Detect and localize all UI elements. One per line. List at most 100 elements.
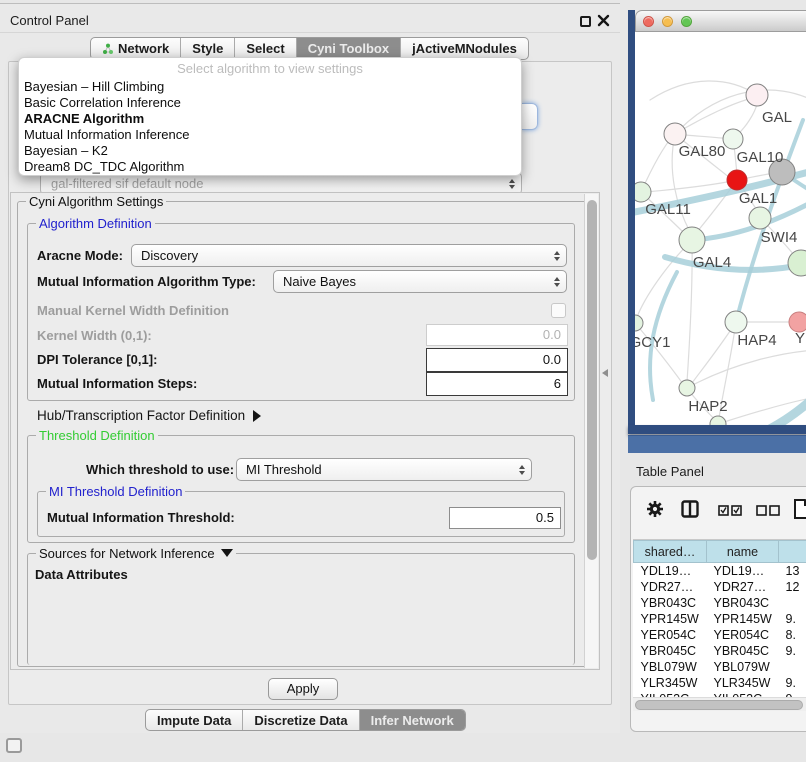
node-left-green[interactable] <box>635 315 643 331</box>
select-all-icon[interactable] <box>718 503 742 521</box>
settings-vertical-scrollbar[interactable] <box>584 194 598 668</box>
node-gal10[interactable] <box>723 129 743 149</box>
scrollbar-thumb[interactable] <box>587 200 597 560</box>
table-horizontal-scrollbar[interactable] <box>633 697 806 711</box>
table-row[interactable]: YDR27…YDR27…12 <box>634 579 806 595</box>
dpi-tolerance-field[interactable]: 0.0 <box>426 348 568 372</box>
kernel-width-field[interactable]: 0.0 <box>426 324 568 346</box>
inference-algorithm-combo-fragment[interactable] <box>522 103 538 130</box>
table-row[interactable]: YLR345WYLR345W9. <box>634 675 806 691</box>
data-attributes-label: Data Attributes <box>35 567 128 582</box>
tab-label: jActiveMNodules <box>412 41 517 56</box>
network-edge[interactable] <box>635 323 683 384</box>
hub-definition-label: Hub/Transcription Factor Definition <box>37 408 245 423</box>
node-label: GAL11 <box>645 201 691 218</box>
tab-jactivemnodules[interactable]: jActiveMNodules <box>401 38 528 59</box>
tab-impute-data[interactable]: Impute Data <box>146 710 243 730</box>
zoom-traffic-icon[interactable] <box>681 16 692 27</box>
gear-icon[interactable] <box>645 499 665 524</box>
apply-button[interactable]: Apply <box>268 678 338 700</box>
node-gal80[interactable] <box>664 123 686 145</box>
tab-label: Select <box>246 41 284 56</box>
table-column-header[interactable]: name <box>707 541 779 563</box>
network-window-titlebar[interactable] <box>635 10 806 32</box>
table-row[interactable]: YBR043CYBR043C <box>634 595 806 611</box>
table-row[interactable]: YPR145WYPR145W9. <box>634 611 806 627</box>
table-column-header[interactable] <box>779 541 806 563</box>
table-cell: YDL19… <box>634 563 707 579</box>
chevron-right-icon <box>253 410 261 422</box>
dropdown-item[interactable]: Dream8 DC_TDC Algorithm <box>19 159 521 175</box>
node-gal11[interactable] <box>635 182 651 202</box>
mi-algorithm-type-combo[interactable]: Naive Bayes <box>273 270 567 293</box>
mi-steps-field[interactable]: 6 <box>426 372 568 396</box>
minimize-traffic-icon[interactable] <box>662 16 673 27</box>
float-panel-icon[interactable] <box>580 16 591 27</box>
table-row[interactable]: YER054CYER054C8. <box>634 627 806 643</box>
tab-select[interactable]: Select <box>235 38 296 59</box>
network-edge[interactable] <box>747 392 806 425</box>
tab-style[interactable]: Style <box>181 38 235 59</box>
table-row[interactable]: YDL19…YDL19…13 <box>634 563 806 579</box>
table-cell: YBR045C <box>634 643 707 659</box>
aracne-mode-label: Aracne Mode: <box>37 248 123 263</box>
export-table-icon[interactable] <box>793 498 806 525</box>
dropdown-item[interactable]: Basic Correlation Inference <box>19 95 521 111</box>
which-threshold-combo[interactable]: MI Threshold <box>236 458 532 481</box>
node-red[interactable] <box>727 170 747 190</box>
close-icon[interactable] <box>597 14 610 27</box>
columns-icon[interactable] <box>681 500 699 523</box>
table-cell: YDL19… <box>707 563 779 579</box>
network-canvas[interactable]: GALGAL80GAL10GAL1GAL11SWI4GAL4GCY1HAP4YH… <box>635 32 806 425</box>
table-cell: 8. <box>779 627 806 643</box>
manual-kernel-width-label: Manual Kernel Width Definition <box>37 303 229 318</box>
network-edge[interactable] <box>650 81 757 100</box>
deselect-all-icon[interactable] <box>756 503 780 521</box>
scrollbar-thumb[interactable] <box>635 700 803 710</box>
node-swi4[interactable] <box>788 250 806 276</box>
panel-splitter-handle[interactable] <box>602 369 608 377</box>
manual-kernel-width-checkbox[interactable] <box>551 303 566 318</box>
table-cell: YPR145W <box>707 611 779 627</box>
table-row[interactable]: YBL079WYBL079W <box>634 659 806 675</box>
aracne-mode-value: Discovery <box>132 248 548 263</box>
network-edge[interactable] <box>665 257 806 270</box>
tab-infer-network[interactable]: Infer Network <box>360 710 465 730</box>
control-panel: Control Panel NetworkStyleSelectCyni Too… <box>0 3 620 733</box>
chevron-down-icon <box>221 549 233 557</box>
table-cell: YBL079W <box>634 659 707 675</box>
dropdown-item[interactable]: Bayesian – K2 <box>19 143 521 159</box>
tab-cyni-toolbox[interactable]: Cyni Toolbox <box>297 38 401 59</box>
stepper-icon <box>503 179 521 189</box>
node-salmon[interactable] <box>789 312 806 332</box>
network-edge[interactable] <box>687 350 806 388</box>
dropdown-item[interactable]: Bayesian – Hill Climbing <box>19 79 521 95</box>
tab-network[interactable]: Network <box>91 38 181 59</box>
node-gal-top[interactable] <box>746 84 768 106</box>
close-traffic-icon[interactable] <box>643 16 654 27</box>
aracne-mode-combo[interactable]: Discovery <box>131 244 567 267</box>
node-hap2[interactable] <box>679 380 695 396</box>
table-cell: YBR043C <box>707 595 779 611</box>
mi-threshold-field[interactable]: 0.5 <box>449 507 561 529</box>
dropdown-item[interactable]: ARACNE Algorithm <box>19 111 521 127</box>
tab-discretize-data[interactable]: Discretize Data <box>243 710 359 730</box>
node-label: SWI4 <box>761 229 798 246</box>
dpi-tolerance-label: DPI Tolerance [0,1]: <box>37 352 157 367</box>
window-selection-border-bottom <box>628 425 806 434</box>
network-edge[interactable] <box>637 240 692 317</box>
node-gal1[interactable] <box>749 207 771 229</box>
tab-label: Style <box>192 41 223 56</box>
hub-definition-toggle[interactable]: Hub/Transcription Factor Definition <box>37 408 261 423</box>
algorithm-dropdown-items: Bayesian – Hill ClimbingBasic Correlatio… <box>19 79 521 175</box>
table-column-header[interactable]: shared… <box>634 541 707 563</box>
dropdown-item[interactable]: Mutual Information Inference <box>19 127 521 143</box>
node-label: GAL <box>762 109 792 126</box>
sources-toggle[interactable]: Sources for Network Inference <box>36 546 236 561</box>
mi-threshold-label: Mutual Information Threshold: <box>47 510 235 525</box>
table-row[interactable]: YBR045CYBR045C9. <box>634 643 806 659</box>
node-hap4[interactable] <box>725 311 747 333</box>
collapsed-panel-icon[interactable] <box>6 738 22 753</box>
node-gal4[interactable] <box>679 227 705 253</box>
table-cell: YBR045C <box>707 643 779 659</box>
